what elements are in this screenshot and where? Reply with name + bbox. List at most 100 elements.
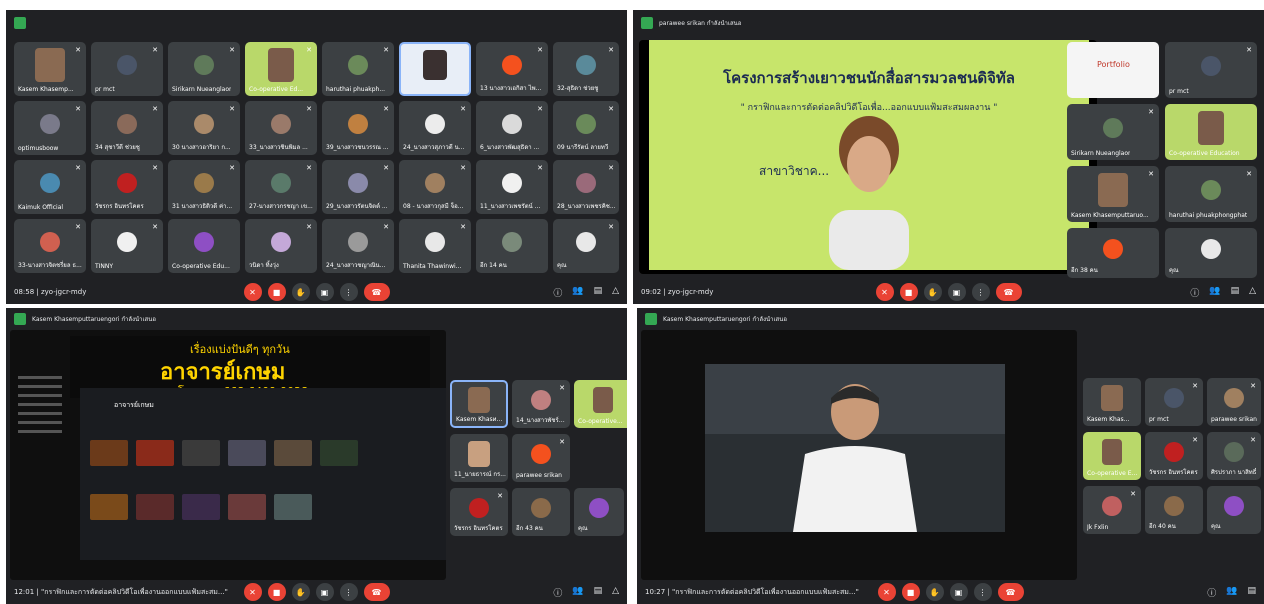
camera-off-icon[interactable]: ■ bbox=[901, 583, 920, 601]
end-call-icon[interactable]: ☎ bbox=[363, 583, 390, 601]
participant-tile[interactable]: ✕ Sirikarn Nueanglaor bbox=[1067, 104, 1159, 160]
participant-tile[interactable]: ✕ haruthai phuakphongphat bbox=[1165, 166, 1257, 222]
participant-tile[interactable]: ✕ วัชรกร อินทรโคตร bbox=[91, 160, 163, 214]
video-thumbnail[interactable] bbox=[274, 494, 312, 520]
people-icon[interactable]: 👥 bbox=[572, 286, 583, 299]
camera-off-icon[interactable]: ■ bbox=[899, 283, 918, 301]
participant-tile[interactable]: ✕ 13 นางสาวเอกิสา ไพ... bbox=[476, 42, 548, 96]
raise-hand-icon[interactable]: ✋ bbox=[923, 283, 942, 301]
participant-tile[interactable]: 11_นายธารณ์ กร... bbox=[450, 434, 508, 482]
present-icon[interactable]: ▣ bbox=[949, 583, 968, 601]
raise-hand-icon[interactable]: ✋ bbox=[925, 583, 944, 601]
participant-tile[interactable]: คุณ bbox=[574, 488, 624, 536]
participant-tile[interactable]: ✕ Kasem Khasemputtaruo... bbox=[1067, 166, 1159, 222]
participant-tile[interactable]: ✕ optimusboow bbox=[14, 101, 86, 155]
video-thumbnail[interactable] bbox=[182, 440, 220, 466]
participant-tile[interactable]: ✕ Jk Fxlin bbox=[1083, 486, 1141, 534]
participant-tile[interactable]: ✕ ศิรปราภา นาสิทธิ์ bbox=[1207, 432, 1261, 480]
participant-tile[interactable]: ✕ 33-นางสาวจิตชรี่ยล ธ... bbox=[14, 219, 86, 273]
video-thumbnail[interactable] bbox=[274, 440, 312, 466]
participant-tile[interactable]: ✕ Co-operative Ed... bbox=[245, 42, 317, 96]
activities-icon[interactable]: △ bbox=[612, 586, 619, 599]
mic-off-icon[interactable]: ✕ bbox=[875, 283, 894, 301]
participant-tile[interactable]: ✕ 32-สุธิดา ช่วยชู bbox=[553, 42, 619, 96]
youtube-video-player[interactable] bbox=[705, 364, 1005, 532]
participant-tile[interactable]: ✕ 11_นางสาวเพชรัตน์ ... bbox=[476, 160, 548, 214]
camera-off-icon[interactable]: ■ bbox=[267, 283, 286, 301]
participant-tile[interactable]: ✕ 08 - นางสาวกุสมี จ็อ... bbox=[399, 160, 471, 214]
participant-tile[interactable]: ✕ 24_นางสาวชญาณิน... bbox=[322, 219, 394, 273]
info-icon[interactable]: ⓘ bbox=[553, 586, 562, 599]
participant-tile[interactable]: Portfolio bbox=[1067, 42, 1159, 98]
participant-tile[interactable]: Co-operative Ed... bbox=[1083, 432, 1141, 480]
participant-tile[interactable]: ✕ TINNY bbox=[91, 219, 163, 273]
participant-tile[interactable]: ✕ Sirikarn Nueanglaor bbox=[168, 42, 240, 96]
chat-icon[interactable]: ▤ bbox=[1247, 586, 1256, 599]
participant-tile[interactable]: ✕ 39_นางสาวชนวรรณ ... bbox=[322, 101, 394, 155]
chat-icon[interactable]: ▤ bbox=[1231, 286, 1240, 299]
participant-tile[interactable]: ✕ Thanita Thawinwi... bbox=[399, 219, 471, 273]
participant-tile[interactable]: อีก 43 คน bbox=[512, 488, 570, 536]
participant-tile[interactable]: ✕ Kasem Khasemp... bbox=[14, 42, 86, 96]
camera-off-icon[interactable]: ■ bbox=[267, 583, 286, 601]
video-thumbnail[interactable] bbox=[182, 494, 220, 520]
raise-hand-icon[interactable]: ✋ bbox=[291, 283, 310, 301]
participant-tile[interactable]: อีก 38 คน bbox=[1067, 228, 1159, 278]
people-icon[interactable]: 👥 bbox=[572, 586, 583, 599]
raise-hand-icon[interactable]: ✋ bbox=[291, 583, 310, 601]
video-thumbnail[interactable] bbox=[90, 494, 128, 520]
present-icon[interactable]: ▣ bbox=[315, 283, 334, 301]
more-options-icon[interactable]: ⋮ bbox=[971, 283, 990, 301]
participant-tile[interactable]: ✕ 14_นางสาวพัชร์ณ... bbox=[512, 380, 570, 428]
more-options-icon[interactable]: ⋮ bbox=[339, 583, 358, 601]
people-icon[interactable]: 👥 bbox=[1209, 286, 1220, 299]
video-thumbnail[interactable] bbox=[136, 440, 174, 466]
end-call-icon[interactable]: ☎ bbox=[995, 283, 1022, 301]
participant-tile[interactable]: ✕ วัชรกร อินทรโคตร bbox=[450, 488, 508, 536]
participant-tile[interactable]: ✕ 24_นางสาวสุภาวดี น... bbox=[399, 101, 471, 155]
activities-icon[interactable]: △ bbox=[612, 286, 619, 299]
participant-tile[interactable]: ✕ 6_นางสาวพัฒสุธิดา ... bbox=[476, 101, 548, 155]
participant-tile[interactable]: คุณ bbox=[1207, 486, 1261, 534]
end-call-icon[interactable]: ☎ bbox=[363, 283, 390, 301]
mic-off-icon[interactable]: ✕ bbox=[877, 583, 896, 601]
participant-tile[interactable]: ✕ pr mct bbox=[1165, 42, 1257, 98]
participant-tile[interactable]: Co-operative Education bbox=[1165, 104, 1257, 160]
participant-tile[interactable]: ✕ pr mct bbox=[1145, 378, 1203, 426]
participant-tile[interactable] bbox=[399, 42, 471, 96]
end-call-icon[interactable]: ☎ bbox=[997, 583, 1024, 601]
chat-icon[interactable]: ▤ bbox=[594, 286, 603, 299]
participant-tile[interactable]: ✕ pr mct bbox=[91, 42, 163, 96]
participant-tile[interactable]: ✕ 30 นางสาวอาริยา ก... bbox=[168, 101, 240, 155]
participant-tile[interactable]: ✕ haruthai phuakph... bbox=[322, 42, 394, 96]
info-icon[interactable]: ⓘ bbox=[1207, 586, 1216, 599]
participant-tile[interactable]: คุณ bbox=[1165, 228, 1257, 278]
participant-tile[interactable]: ✕ 33_นางสาวชินพิมล ... bbox=[245, 101, 317, 155]
more-options-icon[interactable]: ⋮ bbox=[339, 283, 358, 301]
video-thumbnail[interactable] bbox=[90, 440, 128, 466]
video-thumbnail[interactable] bbox=[228, 494, 266, 520]
more-options-icon[interactable]: ⋮ bbox=[973, 583, 992, 601]
participant-tile[interactable]: ✕ คุณ bbox=[553, 219, 619, 273]
people-icon[interactable]: 👥 bbox=[1226, 586, 1237, 599]
participant-tile[interactable]: อีก 40 คน bbox=[1145, 486, 1203, 534]
participant-tile[interactable]: อีก 14 คน bbox=[476, 219, 548, 273]
info-icon[interactable]: ⓘ bbox=[553, 286, 562, 299]
participant-tile[interactable]: ✕ วัชรกร อินทรโคตร bbox=[1145, 432, 1203, 480]
participant-tile[interactable]: ✕ 31 นางสาวธิติวดี ค่า... bbox=[168, 160, 240, 214]
participant-tile[interactable]: ✕ วนิดา ทิ้งวุ่ง bbox=[245, 219, 317, 273]
video-thumbnail[interactable] bbox=[320, 440, 358, 466]
video-thumbnail[interactable] bbox=[136, 494, 174, 520]
participant-tile[interactable]: ✕ 29_นางสาวรัตนจิตต์ ... bbox=[322, 160, 394, 214]
participant-tile[interactable]: ✕ 27-นางสาวกรชญา เข... bbox=[245, 160, 317, 214]
participant-tile[interactable]: ✕ Kaimuk Official bbox=[14, 160, 86, 214]
present-icon[interactable]: ▣ bbox=[315, 583, 334, 601]
participant-tile[interactable]: Co-operative... bbox=[574, 380, 627, 428]
present-icon[interactable]: ▣ bbox=[947, 283, 966, 301]
mic-off-icon[interactable]: ✕ bbox=[243, 283, 262, 301]
participant-tile[interactable]: ✕ parawee srikan bbox=[512, 434, 570, 482]
mic-off-icon[interactable]: ✕ bbox=[243, 583, 262, 601]
video-thumbnail[interactable] bbox=[228, 440, 266, 466]
participant-tile[interactable]: ✕ parawee srikan bbox=[1207, 378, 1261, 426]
activities-icon[interactable]: △ bbox=[1249, 286, 1256, 299]
